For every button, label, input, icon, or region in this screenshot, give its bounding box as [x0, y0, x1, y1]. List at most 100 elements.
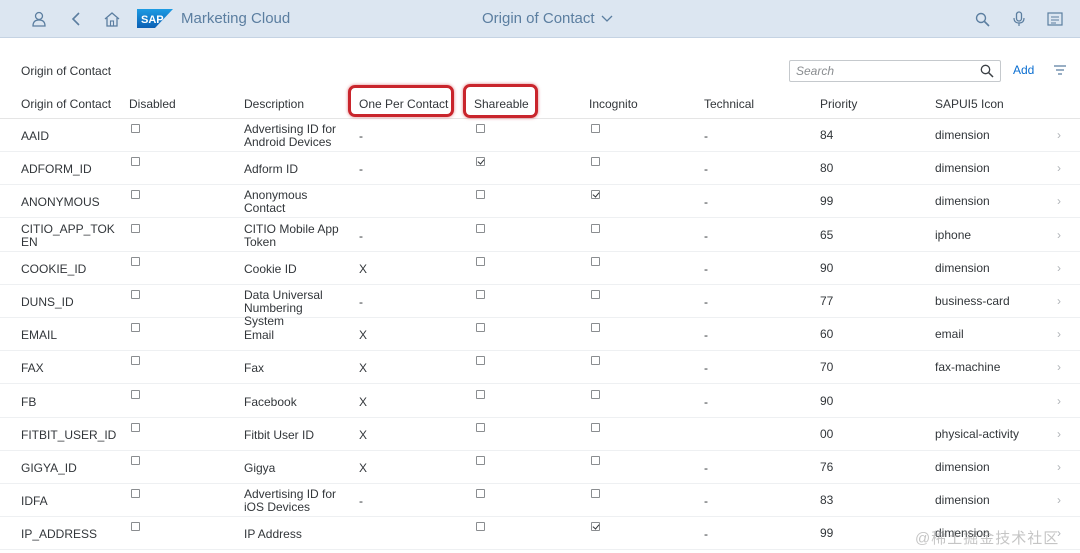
cell-sapui5-icon: fax-machine	[935, 360, 1001, 374]
chevron-right-icon[interactable]: ›	[1057, 327, 1061, 341]
shareable-checkbox	[476, 124, 485, 133]
shareable-checkbox	[476, 257, 485, 266]
shareable-checkbox	[476, 323, 485, 332]
disabled-checkbox	[131, 390, 140, 399]
shareable-checkbox	[476, 224, 485, 233]
chevron-right-icon[interactable]: ›	[1057, 161, 1061, 175]
disabled-checkbox	[131, 489, 140, 498]
table-title: Origin of Contact	[21, 64, 112, 78]
cell-origin: AAID	[21, 129, 50, 143]
column-header-description[interactable]: Description	[244, 97, 304, 111]
table-row[interactable]: ANONYMOUS Anonymous Contact - 99 dimension ›	[0, 185, 1080, 218]
home-icon[interactable]	[101, 8, 123, 30]
search-input[interactable]	[796, 63, 976, 79]
table-row[interactable]: CITIO_APP_TOKEN CITIO Mobile App Token - - 6…	[0, 219, 1080, 252]
cell-priority: 65	[820, 228, 834, 242]
cell-one-per-contact: X	[359, 428, 368, 442]
cell-origin: EMAIL	[21, 328, 58, 342]
cell-description: Anonymous Contact	[244, 188, 308, 215]
cell-technical: -	[704, 461, 708, 475]
cell-description: IP Address	[244, 527, 302, 541]
column-header-priority[interactable]: Priority	[820, 97, 857, 111]
cell-description: Advertising ID for Android Devices	[244, 122, 337, 149]
highlight-shareable	[463, 84, 538, 118]
cell-origin: ANONYMOUS	[21, 195, 100, 209]
cell-one-per-contact: X	[359, 328, 368, 342]
cell-description: Facebook	[244, 395, 297, 409]
incognito-checkbox	[591, 390, 600, 399]
table-row[interactable]: COOKIE_ID Cookie ID X - 90 dimension ›	[0, 252, 1080, 285]
settings-icon[interactable]	[1054, 64, 1066, 78]
chevron-right-icon[interactable]: ›	[1057, 228, 1061, 242]
chevron-right-icon[interactable]: ›	[1057, 360, 1061, 374]
cell-one-per-contact: -	[359, 129, 363, 143]
incognito-checkbox	[591, 157, 600, 166]
table-row[interactable]: ADFORM_ID Adform ID - - 80 dimension ›	[0, 152, 1080, 185]
column-header-technical[interactable]: Technical	[704, 97, 754, 111]
microphone-icon[interactable]	[1008, 8, 1030, 30]
incognito-checkbox	[591, 423, 600, 432]
column-header-sapui5-icon[interactable]: SAPUI5 Icon	[935, 97, 1004, 111]
cell-sapui5-icon: dimension	[935, 493, 990, 507]
table-row[interactable]: FAX Fax X - 70 fax-machine ›	[0, 351, 1080, 384]
table-row[interactable]: FITBIT_USER_ID Fitbit User ID X 00 physical-…	[0, 418, 1080, 451]
shareable-checkbox	[476, 423, 485, 432]
cell-priority: 60	[820, 327, 834, 341]
chevron-right-icon[interactable]: ›	[1057, 460, 1061, 474]
cell-description: Email	[244, 328, 275, 342]
table-row[interactable]: AAID Advertising ID for Android Devices - -…	[0, 119, 1080, 152]
cell-priority: 84	[820, 128, 834, 142]
cell-priority: 90	[820, 394, 834, 408]
cell-sapui5-icon: dimension	[935, 161, 990, 175]
cell-technical: -	[704, 361, 708, 375]
disabled-checkbox	[131, 290, 140, 299]
cell-sapui5-icon: dimension	[935, 128, 990, 142]
notifications-icon[interactable]	[1044, 8, 1066, 30]
cell-technical: -	[704, 129, 708, 143]
search-field[interactable]	[789, 60, 1001, 82]
column-header-origin[interactable]: Origin of Contact	[21, 97, 111, 111]
cell-one-per-contact: -	[359, 494, 363, 508]
cell-one-per-contact: X	[359, 361, 368, 375]
table-row[interactable]: GIGYA_ID Gigya X - 76 dimension ›	[0, 451, 1080, 484]
shareable-checkbox	[476, 489, 485, 498]
disabled-checkbox	[131, 224, 140, 233]
cell-origin: IP_ADDRESS	[21, 527, 98, 541]
cell-sapui5-icon: business-card	[935, 294, 1010, 308]
cell-origin: DUNS_ID	[21, 295, 74, 309]
incognito-checkbox	[591, 224, 600, 233]
column-header-incognito[interactable]: Incognito	[589, 97, 638, 111]
page-context-menu[interactable]: Origin of Contact	[482, 10, 613, 27]
chevron-right-icon[interactable]: ›	[1057, 427, 1061, 441]
table-row[interactable]: FB Facebook X - 90 ›	[0, 385, 1080, 418]
chevron-right-icon[interactable]: ›	[1057, 194, 1061, 208]
chevron-right-icon[interactable]: ›	[1057, 128, 1061, 142]
incognito-checkbox	[591, 489, 600, 498]
chevron-right-icon[interactable]: ›	[1057, 394, 1061, 408]
cell-technical: -	[704, 295, 708, 309]
search-icon[interactable]	[971, 8, 993, 30]
table-row[interactable]: DUNS_ID Data Universal Numbering System - -…	[0, 285, 1080, 328]
column-header-disabled[interactable]: Disabled	[129, 97, 176, 111]
incognito-checkbox	[591, 290, 600, 299]
cell-technical: -	[704, 494, 708, 508]
table-row[interactable]: EMAIL Email X - 60 email ›	[0, 318, 1080, 351]
incognito-checkbox	[591, 190, 600, 199]
add-button[interactable]: Add	[1013, 63, 1034, 77]
shell-bar: SAP Marketing Cloud Origin of Contact	[0, 0, 1080, 38]
cell-technical: -	[704, 162, 708, 176]
chevron-right-icon[interactable]: ›	[1057, 493, 1061, 507]
incognito-checkbox	[591, 323, 600, 332]
incognito-checkbox	[591, 356, 600, 365]
cell-origin: CITIO_APP_TOKEN	[21, 222, 115, 249]
cell-technical: -	[704, 195, 708, 209]
sap-logo[interactable]: SAP	[137, 9, 173, 28]
cell-origin: FITBIT_USER_ID	[21, 428, 117, 442]
back-icon[interactable]	[65, 8, 87, 30]
chevron-right-icon[interactable]: ›	[1057, 261, 1061, 275]
search-icon[interactable]	[980, 64, 994, 81]
chevron-right-icon[interactable]: ›	[1057, 294, 1061, 308]
table-row[interactable]: IDFA Advertising ID for iOS Devices - - 83 di…	[0, 484, 1080, 517]
cell-technical: -	[704, 527, 708, 541]
user-icon[interactable]	[28, 8, 50, 30]
